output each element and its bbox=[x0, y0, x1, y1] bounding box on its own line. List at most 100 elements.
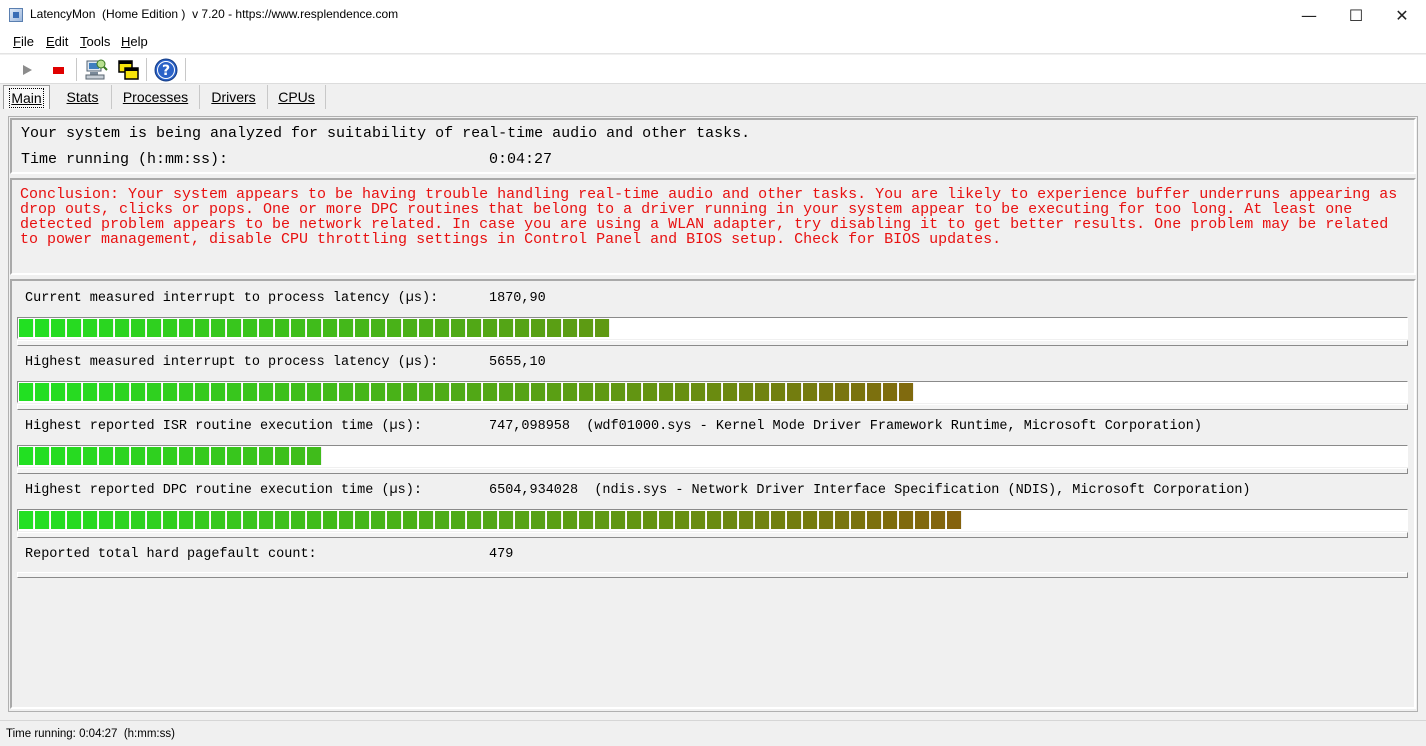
windows-button[interactable] bbox=[114, 57, 142, 82]
tab-cpus[interactable]: CPUs bbox=[268, 85, 326, 109]
meter-segment bbox=[435, 511, 450, 529]
toolbar-separator bbox=[76, 58, 77, 81]
menu-edit[interactable]: Edit bbox=[46, 34, 68, 49]
meter-segment bbox=[131, 447, 146, 465]
meter-segment bbox=[787, 511, 802, 529]
meter-segment bbox=[307, 319, 322, 337]
meter-segment bbox=[899, 511, 914, 529]
meter-track bbox=[19, 319, 611, 337]
meter-segment bbox=[227, 383, 242, 401]
status-bar: Time running: 0:04:27 (h:mm:ss) bbox=[0, 720, 1426, 746]
start-monitoring-button[interactable] bbox=[14, 57, 40, 82]
meter-segment bbox=[211, 319, 226, 337]
stop-monitoring-button[interactable] bbox=[45, 57, 71, 82]
meter-segment bbox=[323, 383, 338, 401]
meter-segment bbox=[99, 447, 114, 465]
cascade-windows-icon bbox=[118, 59, 139, 80]
menu-tools[interactable]: Tools bbox=[80, 34, 110, 49]
meter-segment bbox=[691, 383, 706, 401]
app-icon bbox=[9, 8, 23, 22]
meter-segment bbox=[531, 511, 546, 529]
tab-stats[interactable]: Stats bbox=[54, 85, 112, 109]
meter-segment bbox=[131, 511, 146, 529]
current-latency-meter bbox=[17, 317, 1408, 339]
meter-segment bbox=[467, 319, 482, 337]
meter-segment bbox=[99, 383, 114, 401]
window-title: LatencyMon (Home Edition ) v 7.20 - http… bbox=[30, 7, 399, 21]
menu-file[interactable]: File bbox=[13, 34, 34, 49]
meter-segment bbox=[243, 447, 258, 465]
meter-segment bbox=[659, 511, 674, 529]
meter-segment bbox=[291, 383, 306, 401]
toolbar-separator bbox=[146, 58, 147, 81]
meter-segment bbox=[419, 511, 434, 529]
minimize-button[interactable]: — bbox=[1286, 0, 1332, 31]
meter-segment bbox=[563, 511, 578, 529]
meter-segment bbox=[179, 383, 194, 401]
close-button[interactable]: ✕ bbox=[1379, 0, 1425, 31]
stop-icon bbox=[53, 66, 64, 74]
meter-segment bbox=[19, 447, 34, 465]
tab-main[interactable]: Main bbox=[3, 85, 50, 109]
menu-help[interactable]: Help bbox=[121, 34, 148, 49]
meter-segment bbox=[211, 447, 226, 465]
meter-segment bbox=[163, 383, 178, 401]
meter-segment bbox=[579, 319, 594, 337]
meter-underline bbox=[17, 468, 1408, 474]
meter-segment bbox=[547, 319, 562, 337]
meter-segment bbox=[291, 511, 306, 529]
meter-segment bbox=[531, 319, 546, 337]
meter-segment bbox=[147, 319, 162, 337]
meter-segment bbox=[339, 319, 354, 337]
meter-segment bbox=[83, 447, 98, 465]
meter-segment bbox=[643, 383, 658, 401]
meter-segment bbox=[275, 511, 290, 529]
meter-segment bbox=[147, 511, 162, 529]
meter-segment bbox=[275, 383, 290, 401]
meter-segment bbox=[739, 383, 754, 401]
meter-segment bbox=[115, 319, 130, 337]
meter-segment bbox=[675, 383, 690, 401]
meter-segment bbox=[211, 383, 226, 401]
time-running-value: 0:04:27 bbox=[489, 151, 553, 168]
meter-segment bbox=[803, 511, 818, 529]
meter-segment bbox=[275, 319, 290, 337]
meter-segment bbox=[483, 319, 498, 337]
meter-segment bbox=[35, 511, 50, 529]
dpc-time-value: 6504,934028 (ndis.sys - Network Driver I… bbox=[489, 483, 1251, 498]
meter-segment bbox=[403, 383, 418, 401]
meter-segment bbox=[611, 511, 626, 529]
meter-segment bbox=[403, 511, 418, 529]
driver-info-button[interactable] bbox=[82, 57, 110, 82]
meter-segment bbox=[83, 511, 98, 529]
meter-segment bbox=[435, 383, 450, 401]
isr-time-value: 747,098958 (wdf01000.sys - Kernel Mode D… bbox=[489, 419, 1202, 434]
meter-underline bbox=[17, 340, 1408, 346]
tab-drivers[interactable]: Drivers bbox=[200, 85, 268, 109]
meter-segment bbox=[627, 383, 642, 401]
meter-track bbox=[19, 511, 963, 529]
meter-segment bbox=[323, 511, 338, 529]
meter-segment bbox=[35, 383, 50, 401]
meter-segment bbox=[499, 383, 514, 401]
meter-segment bbox=[755, 383, 770, 401]
meter-segment bbox=[579, 511, 594, 529]
meter-segment bbox=[35, 319, 50, 337]
dpc-time-label: Highest reported DPC routine execution t… bbox=[25, 483, 422, 498]
meter-segment bbox=[195, 383, 210, 401]
help-button[interactable]: ? bbox=[152, 57, 180, 82]
meter-segment bbox=[739, 511, 754, 529]
meter-segment bbox=[563, 319, 578, 337]
pagefault-count-value: 479 bbox=[489, 547, 514, 562]
title-bar[interactable]: LatencyMon (Home Edition ) v 7.20 - http… bbox=[0, 0, 1426, 31]
tab-processes[interactable]: Processes bbox=[112, 85, 200, 109]
meter-segment bbox=[259, 383, 274, 401]
highest-latency-value: 5655,10 bbox=[489, 355, 546, 370]
meter-segment bbox=[755, 511, 770, 529]
analysis-status-text: Your system is being analyzed for suitab… bbox=[21, 125, 751, 142]
meter-segment bbox=[67, 511, 82, 529]
toolbar: ? bbox=[0, 55, 1426, 84]
meter-segment bbox=[195, 447, 210, 465]
maximize-button[interactable]: ☐ bbox=[1333, 0, 1379, 31]
dpc-driver-detail: (ndis.sys - Network Driver Interface Spe… bbox=[594, 483, 1251, 498]
